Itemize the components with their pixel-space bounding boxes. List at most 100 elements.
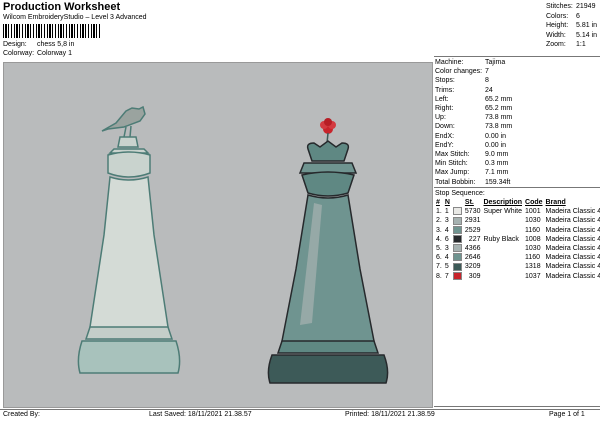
row-code: 1030 — [525, 217, 541, 225]
setting-row: Min Stitch: 0.3 mm — [435, 160, 509, 168]
row-brand: Madeira Classic 40 — [545, 217, 600, 225]
setting-row: Up: 73.8 mm — [435, 114, 513, 122]
stat-row: Zoom: 1:1 — [546, 41, 586, 49]
setting-row: Down: 73.8 mm — [435, 123, 513, 131]
row-index: 4. — [436, 235, 442, 243]
row-n: 5 — [444, 263, 449, 271]
colorway-label: Colorway: — [3, 50, 35, 57]
table-row: 4. 6 227 Ruby Black 1008 Madeira Classic 40 — [435, 235, 600, 244]
row-n: 3 — [444, 217, 449, 225]
col-description: Description — [483, 199, 522, 207]
setting-row: Stops: 8 — [435, 77, 489, 85]
row-code: 1030 — [525, 245, 541, 253]
row-code: 1160 — [525, 226, 541, 234]
color-swatch — [452, 235, 462, 244]
color-swatch — [452, 207, 462, 216]
row-stitches: 2646 — [464, 254, 481, 262]
table-row: 2. 3 2931 1030 Madeira Classic 40 — [435, 216, 600, 225]
color-swatch — [452, 271, 462, 280]
color-swatch — [452, 225, 462, 234]
row-code: 1037 — [525, 272, 541, 280]
row-code: 1160 — [525, 254, 541, 262]
table-row: 5. 3 4366 1030 Madeira Classic 40 — [435, 244, 600, 253]
row-n: 3 — [444, 245, 449, 253]
stop-sequence-table: # N St. Description Code Brand 1. 1 5730 Su… — [435, 198, 600, 281]
row-description — [482, 272, 524, 281]
color-swatch — [452, 262, 462, 271]
machine-settings: Machine: Tajima Color changes: 7 Stops: 8 T… — [434, 57, 600, 187]
page-title: Production Worksheet — [3, 1, 121, 13]
row-description — [482, 244, 524, 253]
row-description — [482, 262, 524, 271]
row-swatch — [452, 225, 464, 235]
setting-row: Max Stitch: 9.0 mm — [435, 151, 509, 159]
color-swatch — [452, 253, 462, 262]
setting-row: EndY: 0.00 in — [435, 141, 507, 149]
row-n: 4 — [444, 226, 449, 234]
table-row: 6. 4 2646 1160 Madeira Classic 40 — [435, 253, 600, 262]
col-brand: Brand — [545, 199, 566, 207]
row-n: 6 — [444, 235, 449, 243]
last-saved: Last Saved: 18/11/2021 21.38.57 — [149, 411, 252, 418]
stat-row: Height: 5.81 in — [546, 22, 598, 30]
row-swatch — [452, 235, 464, 244]
color-swatch — [452, 244, 462, 253]
row-index: 5. — [436, 245, 442, 253]
row-swatch — [452, 262, 464, 271]
divider — [434, 56, 600, 57]
setting-row: Max Jump: 7.1 mm — [435, 169, 509, 177]
row-stitches: 4366 — [464, 245, 481, 253]
row-n: 7 — [444, 272, 449, 280]
row-brand: Madeira Classic 40 — [545, 272, 600, 280]
row-stitches: 3209 — [464, 263, 481, 271]
row-stitches: 227 — [468, 235, 481, 243]
color-swatch — [452, 216, 462, 225]
row-brand: Madeira Classic 40 — [545, 254, 600, 262]
created-by: Created By: — [3, 411, 40, 418]
col-stitches: St. — [464, 199, 474, 207]
row-description: Ruby Black — [483, 235, 519, 243]
row-swatch — [452, 253, 464, 262]
row-swatch — [452, 244, 464, 253]
row-stitches: 309 — [468, 272, 481, 280]
row-index: 3. — [436, 226, 442, 234]
row-code: 1001 — [525, 208, 541, 216]
stat-row: Stitches: 21949 — [546, 3, 596, 10]
design-row: Design: chess 5,8 in — [3, 41, 74, 48]
col-swatch — [452, 198, 464, 207]
divider — [434, 186, 600, 188]
setting-row: Total Bobbin: 159.34ft — [435, 178, 511, 186]
row-description — [482, 226, 524, 235]
table-row: 1. 1 5730 Super White 1001 Madeira Classic 40 — [435, 207, 600, 216]
setting-row: Machine: Tajima — [435, 59, 506, 66]
stat-row: Width: 5.14 in — [546, 31, 598, 39]
row-index: 8. — [436, 272, 442, 280]
row-brand: Madeira Classic 40 — [545, 226, 600, 234]
row-swatch — [452, 216, 464, 225]
row-n: 1 — [444, 208, 449, 216]
barcode — [3, 24, 101, 38]
bishop-piece — [77, 105, 181, 374]
row-index: 6. — [436, 254, 442, 262]
row-stitches: 5730 — [464, 208, 481, 216]
footer-divider — [0, 409, 600, 410]
chess-pieces-illustration — [77, 105, 389, 384]
row-stitches: 2931 — [464, 217, 481, 225]
row-index: 2. — [436, 217, 442, 225]
machine-info-panel: Machine: Tajima Color changes: 7 Stops: 8 T… — [434, 56, 600, 407]
printed-date: Printed: 18/11/2021 21.38.59 — [345, 411, 435, 418]
table-header: # N St. Description Code Brand — [435, 198, 600, 207]
setting-row: EndX: 0.00 in — [435, 132, 507, 140]
row-code: 1008 — [525, 235, 541, 243]
col-n: N — [444, 199, 450, 207]
row-code: 1318 — [525, 263, 541, 271]
stat-row: Colors: 6 — [546, 12, 580, 20]
design-preview — [3, 62, 433, 408]
row-n: 4 — [444, 254, 449, 262]
row-swatch — [452, 271, 464, 281]
setting-row: Right: 65.2 mm — [435, 105, 513, 113]
colorway-value: Colorway 1 — [37, 50, 73, 57]
setting-row: Left: 65.2 mm — [435, 95, 513, 103]
col-index: # — [436, 199, 440, 207]
row-brand: Madeira Classic 40 — [545, 235, 600, 243]
